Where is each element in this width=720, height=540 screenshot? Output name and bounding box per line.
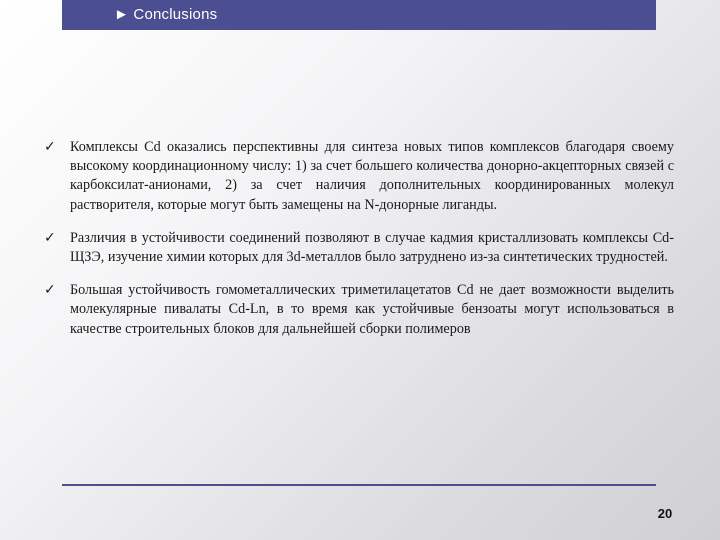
- footer-divider: [62, 484, 656, 486]
- check-icon: ✓: [44, 282, 56, 299]
- bullet-item: ✓ Большая устойчивость гомометаллических…: [44, 281, 674, 339]
- check-icon: ✓: [44, 229, 56, 246]
- page-number: 20: [657, 506, 673, 521]
- bullet-text: Различия в устойчивости соединений позво…: [70, 229, 674, 266]
- bullet-list: ✓ Комплексы Cd оказались перспективны дл…: [44, 138, 674, 353]
- bullet-item: ✓ Комплексы Cd оказались перспективны дл…: [44, 138, 674, 215]
- bullet-text: Большая устойчивость гомометаллических т…: [70, 282, 674, 337]
- header-bar: ► Conclusions: [62, 0, 656, 30]
- bullet-text: Комплексы Cd оказались перспективны для …: [70, 139, 674, 213]
- bullet-item: ✓ Различия в устойчивости соединений поз…: [44, 229, 674, 267]
- check-icon: ✓: [44, 139, 56, 155]
- slide-title: ► Conclusions: [114, 6, 218, 23]
